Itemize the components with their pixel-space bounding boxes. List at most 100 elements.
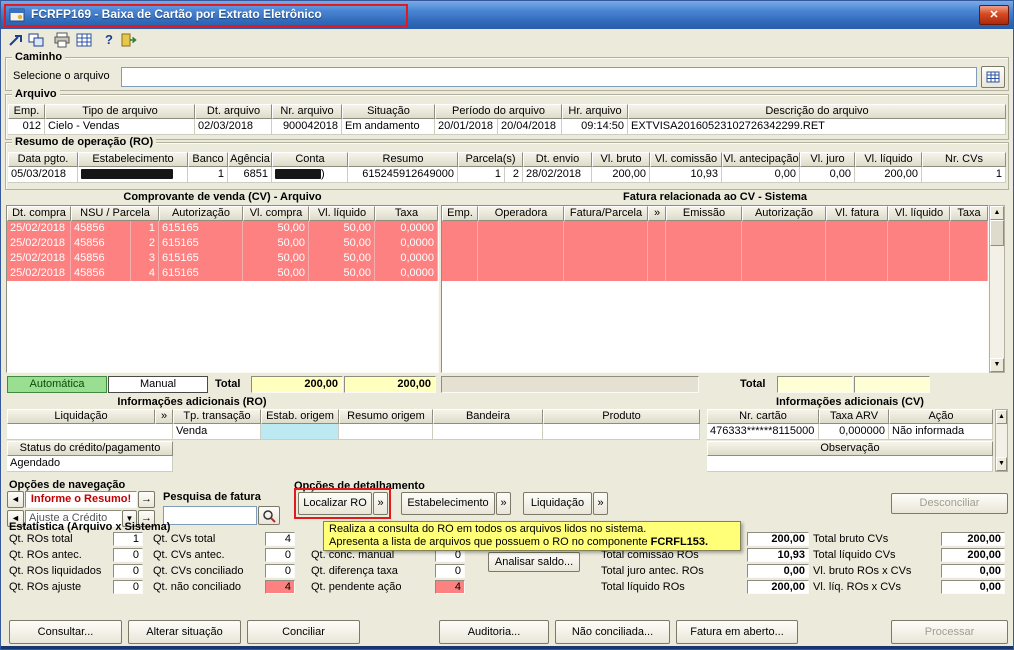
cell-dt-arquivo[interactable]: 02/03/2018 [195,119,272,135]
fatura-row-empty[interactable] [442,251,988,266]
cell-parcela[interactable]: 1 [458,167,505,183]
cell-parcela[interactable]: 2 [131,236,159,251]
liquidacao-more-button[interactable]: » [155,409,173,424]
search-button[interactable] [258,506,280,525]
cell-taxa[interactable]: 0,0000 [375,266,438,281]
localizar-ro-button[interactable]: Localizar RO [298,492,372,515]
fatura-row-empty[interactable] [442,266,988,281]
cell-tipo-arquivo[interactable]: Cielo - Vendas [45,119,195,135]
cell-nsu[interactable]: 45856 [71,251,131,266]
cell-nr-arquivo[interactable]: 900042018 [272,119,342,135]
estabelecimento-button[interactable]: Estabelecimento [401,492,495,515]
resumo-row[interactable]: 05/03/2018 1 6851 ) 615245912649000 1 2 … [8,167,1006,183]
conciliar-button[interactable]: Conciliar [247,620,360,644]
scroll-thumb[interactable] [990,220,1004,246]
processar-button[interactable]: Processar [891,620,1008,644]
localizar-ro-more-button[interactable]: » [373,492,388,515]
cell-vl-compra[interactable]: 50,00 [243,221,309,236]
cell-dt-envio[interactable]: 28/02/2018 [523,167,592,183]
scroll-up-icon[interactable]: ▲ [996,410,1007,424]
cell-nr-cartao[interactable]: 476333******8115000 [707,424,819,440]
cell-nsu[interactable]: 45856 [71,266,131,281]
cell-dt-compra[interactable]: 25/02/2018 [7,266,71,281]
cell-hr-arquivo[interactable]: 09:14:50 [562,119,628,135]
prev-resumo-button[interactable]: ◄ [7,491,24,508]
pesquisa-fatura-input[interactable] [163,506,257,525]
cv-row-unreconciled[interactable]: 25/02/2018 45856 4 615165 50,00 50,00 0,… [7,266,438,281]
cell-data-pgto[interactable]: 05/03/2018 [8,167,78,183]
next-resumo-button[interactable]: → [138,491,155,508]
cell-parcela[interactable]: 1 [131,221,159,236]
manual-button[interactable]: Manual [108,376,208,393]
cell-estabelecimento[interactable] [78,167,188,183]
cv-row-unreconciled[interactable]: 25/02/2018 45856 3 615165 50,00 50,00 0,… [7,251,438,266]
fatura-row-empty[interactable] [442,221,988,236]
cell-parcela[interactable]: 3 [131,251,159,266]
cell-agencia[interactable]: 6851 [228,167,272,183]
cell-dt-compra[interactable]: 25/02/2018 [7,236,71,251]
cell-vl-comissao[interactable]: 10,93 [650,167,722,183]
cell-dt-compra[interactable]: 25/02/2018 [7,251,71,266]
cell-conta[interactable]: ) [272,167,348,183]
scroll-down-icon[interactable]: ▼ [996,457,1007,471]
auditoria-button[interactable]: Auditoria... [439,620,549,644]
consultar-button[interactable]: Consultar... [9,620,122,644]
info-cv-scrollbar[interactable]: ▲ ▼ [995,409,1008,472]
cell-descricao[interactable]: EXTVISA20160523102726342299.RET [628,119,1006,135]
observacao-value[interactable] [707,456,993,472]
cell-nsu[interactable]: 45856 [71,236,131,251]
goto-record-icon[interactable] [7,32,27,50]
status-credito-value[interactable]: Agendado [7,456,173,472]
cell-vl-liquido[interactable]: 200,00 [855,167,922,183]
cell-vl-liquido[interactable]: 50,00 [309,236,375,251]
cell-acao[interactable]: Não informada [889,424,993,440]
cell-autorizacao[interactable]: 615165 [159,266,243,281]
cell-resumo-origem[interactable] [339,424,433,440]
cell-autorizacao[interactable]: 615165 [159,236,243,251]
cell-emp[interactable]: 012 [8,119,45,135]
file-path-input[interactable] [121,67,977,87]
liquidacao-button[interactable]: Liquidação [523,492,592,515]
cell-nr-cvs[interactable]: 1 [922,167,1006,183]
nao-conciliada-button[interactable]: Não conciliada... [555,620,670,644]
cv-row-unreconciled[interactable]: 25/02/2018 45856 1 615165 50,00 50,00 0,… [7,221,438,236]
cell-nsu[interactable]: 45856 [71,221,131,236]
cell-taxa[interactable]: 0,0000 [375,221,438,236]
cell-banco[interactable]: 1 [188,167,228,183]
analisar-saldo-button[interactable]: Analisar saldo... [488,552,580,572]
scroll-down-icon[interactable]: ▼ [990,358,1004,372]
cell-vl-compra[interactable]: 50,00 [243,266,309,281]
cell-vl-antecipacao[interactable]: 0,00 [722,167,800,183]
grid-icon[interactable] [75,32,95,50]
scroll-up-icon[interactable]: ▲ [990,206,1004,220]
cell-autorizacao[interactable]: 615165 [159,251,243,266]
close-button[interactable]: ✕ [979,5,1009,25]
cell-periodo-fim[interactable]: 20/04/2018 [498,119,562,135]
estabelecimento-more-button[interactable]: » [496,492,511,515]
cell-dt-compra[interactable]: 25/02/2018 [7,221,71,236]
automatica-button[interactable]: Automática [7,376,107,393]
browse-file-button[interactable] [981,66,1005,88]
fatura-row-empty[interactable] [442,236,988,251]
cell-produto[interactable] [543,424,700,440]
cell-liquidacao[interactable] [7,424,173,440]
liquidacao-more-button[interactable]: » [593,492,608,515]
cell-vl-compra[interactable]: 50,00 [243,236,309,251]
cell-tp-transacao[interactable]: Venda [173,424,261,440]
resumo-selector[interactable]: Informe o Resumo! [25,491,137,508]
expand-column-button[interactable]: » [648,206,666,221]
cell-situacao[interactable]: Em andamento [342,119,435,135]
cell-taxa[interactable]: 0,0000 [375,251,438,266]
cell-periodo-inicio[interactable]: 20/01/2018 [435,119,498,135]
desconciliar-button[interactable]: Desconciliar [891,493,1008,514]
windows-icon[interactable] [27,32,47,50]
cell-resumo[interactable]: 615245912649000 [348,167,458,183]
cell-taxa-arv[interactable]: 0,000000 [819,424,889,440]
cell-bandeira[interactable] [433,424,543,440]
fatura-scrollbar[interactable]: ▲ ▼ [989,205,1005,373]
cell-parcela-total[interactable]: 2 [505,167,523,183]
fatura-em-aberto-button[interactable]: Fatura em aberto... [676,620,798,644]
cell-estab-origem-highlight[interactable] [261,424,339,440]
cell-autorizacao[interactable]: 615165 [159,221,243,236]
cell-vl-liquido[interactable]: 50,00 [309,221,375,236]
